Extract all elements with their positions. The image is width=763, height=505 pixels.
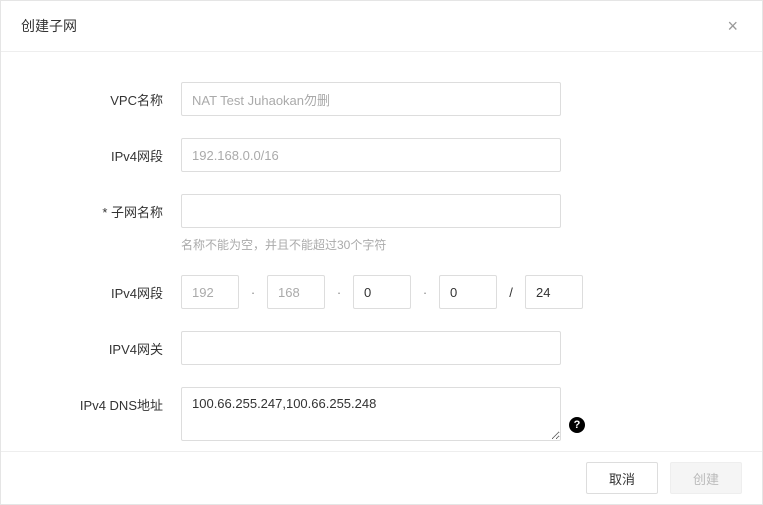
subnet-name-input[interactable] [181, 194, 561, 228]
cidr-octet-3[interactable] [353, 275, 411, 309]
label-ipv4-cidr: IPv4网段 [41, 275, 181, 302]
create-button: 创建 [670, 462, 742, 494]
modal-header: 创建子网 × [1, 1, 762, 52]
label-ipv4-range: IPv4网段 [41, 138, 181, 165]
cidr-dot-3: · [411, 285, 439, 300]
help-icon[interactable]: ? [569, 417, 585, 433]
row-ipv4-cidr: IPv4网段 · · · / [41, 275, 722, 309]
row-ipv4-range: IPv4网段 [41, 138, 722, 172]
cidr-dot-1: · [239, 285, 267, 300]
modal-body: VPC名称 IPv4网段 * 子网名称 名称不能为空，并且不能超过30个字符 I… [1, 52, 762, 451]
label-ipv4-dns: IPv4 DNS地址 [41, 387, 181, 414]
cidr-dot-2: · [325, 285, 353, 300]
ipv4-dns-textarea[interactable] [181, 387, 561, 441]
row-vpc-name: VPC名称 [41, 82, 722, 116]
row-ipv4-dns: IPv4 DNS地址 ? [41, 387, 722, 441]
cidr-octet-1 [181, 275, 239, 309]
label-ipv4-gateway: IPV4网关 [41, 331, 181, 358]
vpc-name-input [181, 82, 561, 116]
row-subnet-name: * 子网名称 名称不能为空，并且不能超过30个字符 [41, 194, 722, 253]
cidr-octet-4[interactable] [439, 275, 497, 309]
ipv4-gateway-input[interactable] [181, 331, 561, 365]
modal-title: 创建子网 [21, 16, 77, 36]
modal-footer: 取消 创建 [1, 451, 762, 504]
close-icon[interactable]: × [723, 15, 742, 37]
cidr-mask[interactable] [525, 275, 583, 309]
cidr-slash: / [497, 285, 525, 300]
cidr-octet-2 [267, 275, 325, 309]
create-subnet-modal: 创建子网 × VPC名称 IPv4网段 * 子网名称 名称不能为空，并且不能超过… [0, 0, 763, 505]
row-ipv4-gateway: IPV4网关 [41, 331, 722, 365]
label-subnet-name: * 子网名称 [41, 194, 181, 221]
label-vpc-name: VPC名称 [41, 82, 181, 109]
subnet-name-helper: 名称不能为空，并且不能超过30个字符 [181, 236, 561, 253]
cancel-button[interactable]: 取消 [586, 462, 658, 494]
ipv4-range-input [181, 138, 561, 172]
